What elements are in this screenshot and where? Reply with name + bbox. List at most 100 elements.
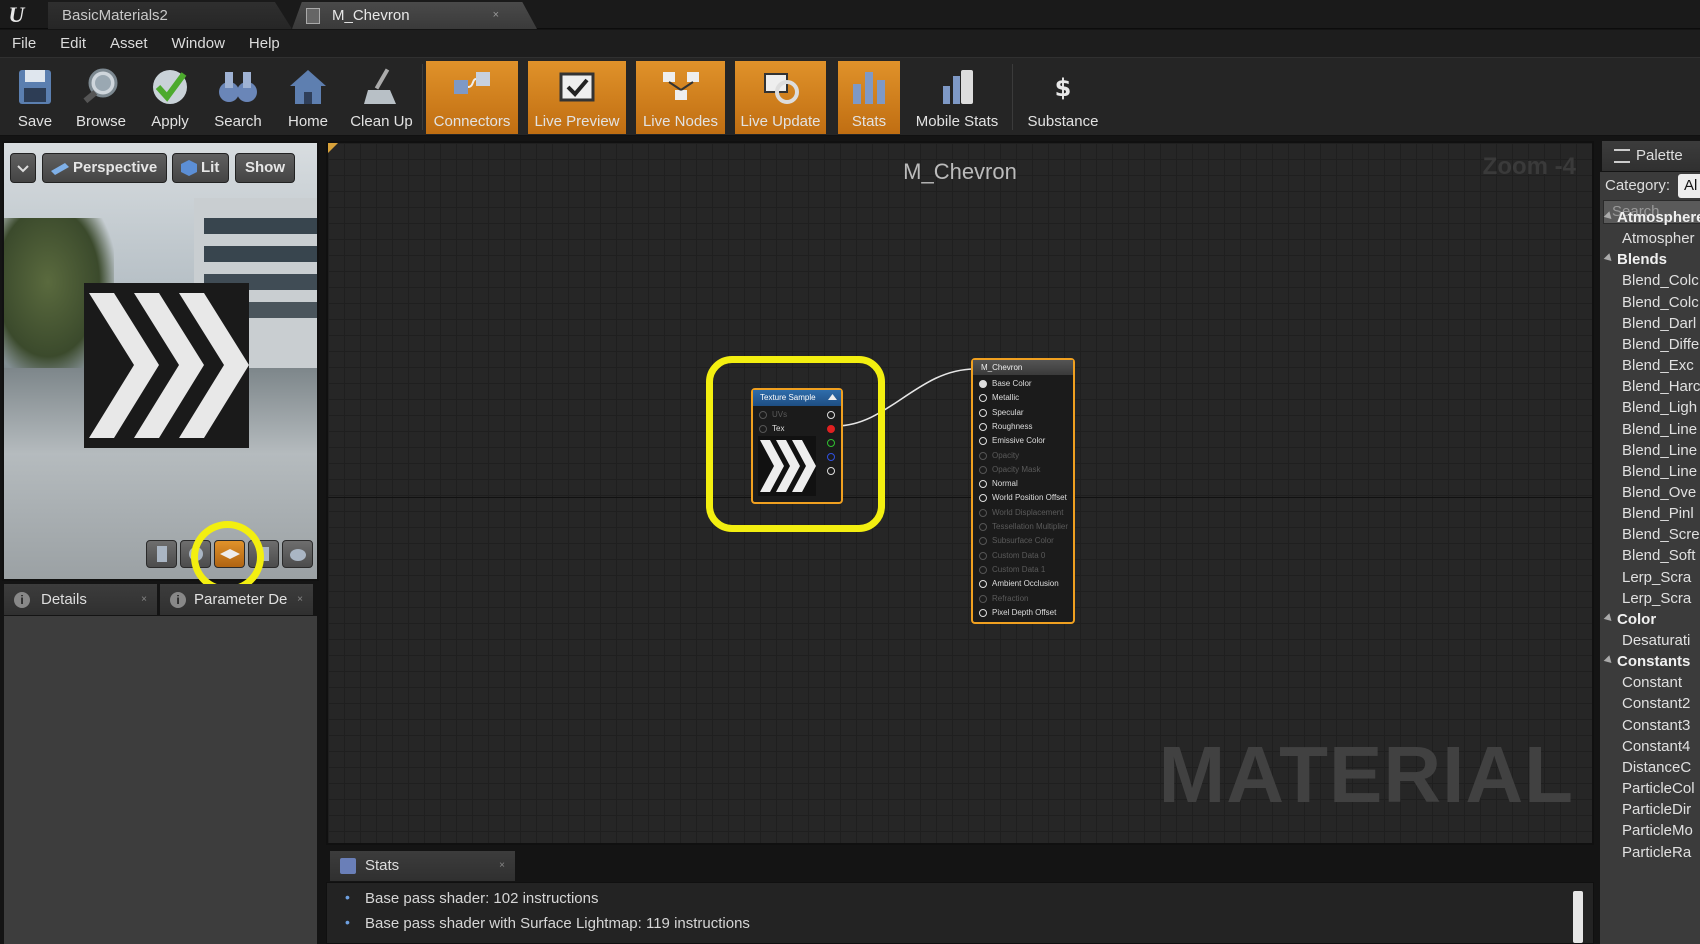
palette-item[interactable]: Constant2 — [1600, 692, 1700, 715]
palette-category[interactable]: Blends — [1600, 248, 1700, 271]
stats-button[interactable]: Stats — [838, 61, 900, 134]
mobile-stats-button[interactable]: Mobile Stats — [907, 61, 1007, 134]
tab-m-chevron[interactable]: M_Chevron × — [292, 2, 537, 29]
palette-item[interactable]: Blend_Exc — [1600, 354, 1700, 377]
menu-edit[interactable]: Edit — [48, 30, 98, 57]
tab-parameter-defaults[interactable]: i Parameter De × — [160, 584, 313, 615]
clean-up-button[interactable]: Clean Up — [345, 61, 418, 134]
collapse-arrow-icon[interactable] — [828, 393, 837, 401]
stats-scrollbar[interactable] — [1573, 891, 1583, 943]
material-pin[interactable]: Specular — [979, 406, 1024, 420]
preview-mesh-button[interactable] — [282, 540, 313, 568]
preview-cube-button[interactable] — [248, 540, 279, 568]
apply-button[interactable]: Apply — [138, 61, 202, 134]
menu-help[interactable]: Help — [237, 30, 292, 57]
palette-item[interactable]: Blend_Ove — [1600, 481, 1700, 504]
output-a-pin[interactable] — [827, 467, 835, 475]
material-pin[interactable]: Roughness — [979, 420, 1032, 434]
material-pin[interactable]: Refraction — [979, 592, 1028, 606]
pin-label: World Position Offset — [992, 493, 1067, 503]
category-select[interactable]: Al — [1678, 174, 1700, 198]
close-icon[interactable]: × — [499, 851, 505, 881]
palette-item[interactable]: Blend_Darl — [1600, 312, 1700, 335]
browse-button[interactable]: Browse — [68, 61, 134, 134]
palette-item[interactable]: Blend_Pinl — [1600, 502, 1700, 525]
material-pin[interactable]: World Position Offset — [979, 491, 1067, 505]
output-b-pin[interactable] — [827, 453, 835, 461]
material-pin[interactable]: Base Color — [979, 377, 1032, 391]
palette-item[interactable]: Blend_Line — [1600, 418, 1700, 441]
palette-item[interactable]: Blend_Harc — [1600, 375, 1700, 398]
material-pin[interactable]: Ambient Occlusion — [979, 577, 1059, 591]
close-icon[interactable]: × — [493, 2, 499, 29]
perspective-button[interactable]: Perspective — [42, 153, 168, 183]
material-pin[interactable]: Tessellation Multiplier — [979, 520, 1068, 534]
lit-button[interactable]: Lit — [172, 153, 230, 183]
palette-item[interactable]: Blend_Line — [1600, 439, 1700, 462]
home-button[interactable]: Home — [276, 61, 340, 134]
menu-asset[interactable]: Asset — [98, 30, 160, 57]
material-pin[interactable]: Normal — [979, 477, 1018, 491]
material-pin[interactable]: Custom Data 1 — [979, 563, 1045, 577]
palette-category[interactable]: Color — [1600, 608, 1700, 631]
palette-category[interactable]: Atmosphere — [1600, 206, 1700, 229]
viewport-options-dropdown[interactable] — [10, 153, 36, 183]
close-icon[interactable]: × — [141, 584, 147, 615]
substance-button[interactable]: $ Substance — [1017, 61, 1109, 134]
material-pin[interactable]: Opacity — [979, 449, 1019, 463]
material-pin[interactable]: Subsurface Color — [979, 534, 1054, 548]
live-preview-button[interactable]: Live Preview — [528, 61, 626, 134]
show-button[interactable]: Show — [235, 153, 295, 183]
connectors-button[interactable]: Connectors — [426, 61, 518, 134]
pin-tex[interactable]: Tex — [759, 422, 784, 436]
palette-item[interactable]: ParticleCol — [1600, 777, 1700, 800]
palette-item[interactable]: Constant4 — [1600, 735, 1700, 758]
palette-item[interactable]: Blend_Ligh — [1600, 396, 1700, 419]
save-button[interactable]: Save — [4, 61, 66, 134]
palette-item[interactable]: Lerp_Scra — [1600, 566, 1700, 589]
pin-uvs[interactable]: UVs — [759, 408, 787, 422]
search-button[interactable]: Search — [205, 61, 271, 134]
output-rgb-pin[interactable] — [827, 411, 835, 419]
palette-item[interactable]: DistanceC — [1600, 756, 1700, 779]
preview-sphere-button[interactable] — [180, 540, 211, 568]
tab-stats[interactable]: Stats × — [330, 851, 515, 881]
live-update-button[interactable]: Live Update — [735, 61, 826, 134]
material-pin[interactable]: Opacity Mask — [979, 463, 1040, 477]
tab-basicmaterials2[interactable]: BasicMaterials2 — [48, 2, 292, 29]
palette-item[interactable]: Desaturati — [1600, 629, 1700, 652]
palette-item[interactable]: Atmospher — [1600, 227, 1700, 250]
material-pin[interactable]: Pixel Depth Offset — [979, 606, 1056, 620]
material-pin[interactable]: Emissive Color — [979, 434, 1045, 448]
palette-item[interactable]: ParticleDir — [1600, 798, 1700, 821]
palette-item[interactable]: Blend_Soft — [1600, 544, 1700, 567]
palette-item[interactable]: Lerp_Scra — [1600, 587, 1700, 610]
tab-palette[interactable]: Palette — [1602, 141, 1700, 171]
texture-sample-node[interactable]: Texture Sample UVs Tex — [751, 388, 843, 504]
preview-cylinder-button[interactable] — [146, 540, 177, 568]
palette-item[interactable]: Blend_Scre — [1600, 523, 1700, 546]
tab-details[interactable]: i Details × — [4, 584, 157, 615]
preview-viewport[interactable]: Perspective Lit Show ZY — [2, 141, 319, 581]
close-icon[interactable]: × — [297, 584, 303, 615]
palette-item[interactable]: Blend_Colc — [1600, 269, 1700, 292]
preview-plane-button[interactable] — [214, 540, 245, 568]
menu-file[interactable]: File — [0, 30, 48, 57]
palette-item[interactable]: Constant3 — [1600, 714, 1700, 737]
palette-item[interactable]: Blend_Diffe — [1600, 333, 1700, 356]
palette-item[interactable]: Constant — [1600, 671, 1700, 694]
palette-item[interactable]: Blend_Line — [1600, 460, 1700, 483]
material-graph[interactable]: M_Chevron Zoom -4 MATERIAL Texture Sampl… — [326, 141, 1594, 845]
menu-window[interactable]: Window — [160, 30, 237, 57]
material-pin[interactable]: Metallic — [979, 391, 1019, 405]
material-pin[interactable]: Custom Data 0 — [979, 549, 1045, 563]
palette-category[interactable]: Constants — [1600, 650, 1700, 673]
material-pin[interactable]: World Displacement — [979, 506, 1063, 520]
output-r-pin[interactable] — [827, 425, 835, 433]
palette-item[interactable]: ParticleRa — [1600, 841, 1700, 864]
live-nodes-button[interactable]: Live Nodes — [636, 61, 725, 134]
material-result-node[interactable]: M_Chevron Base Color Metallic Specular Roug… — [971, 358, 1075, 624]
palette-item[interactable]: ParticleMo — [1600, 819, 1700, 842]
palette-item[interactable]: Blend_Colc — [1600, 291, 1700, 314]
output-g-pin[interactable] — [827, 439, 835, 447]
